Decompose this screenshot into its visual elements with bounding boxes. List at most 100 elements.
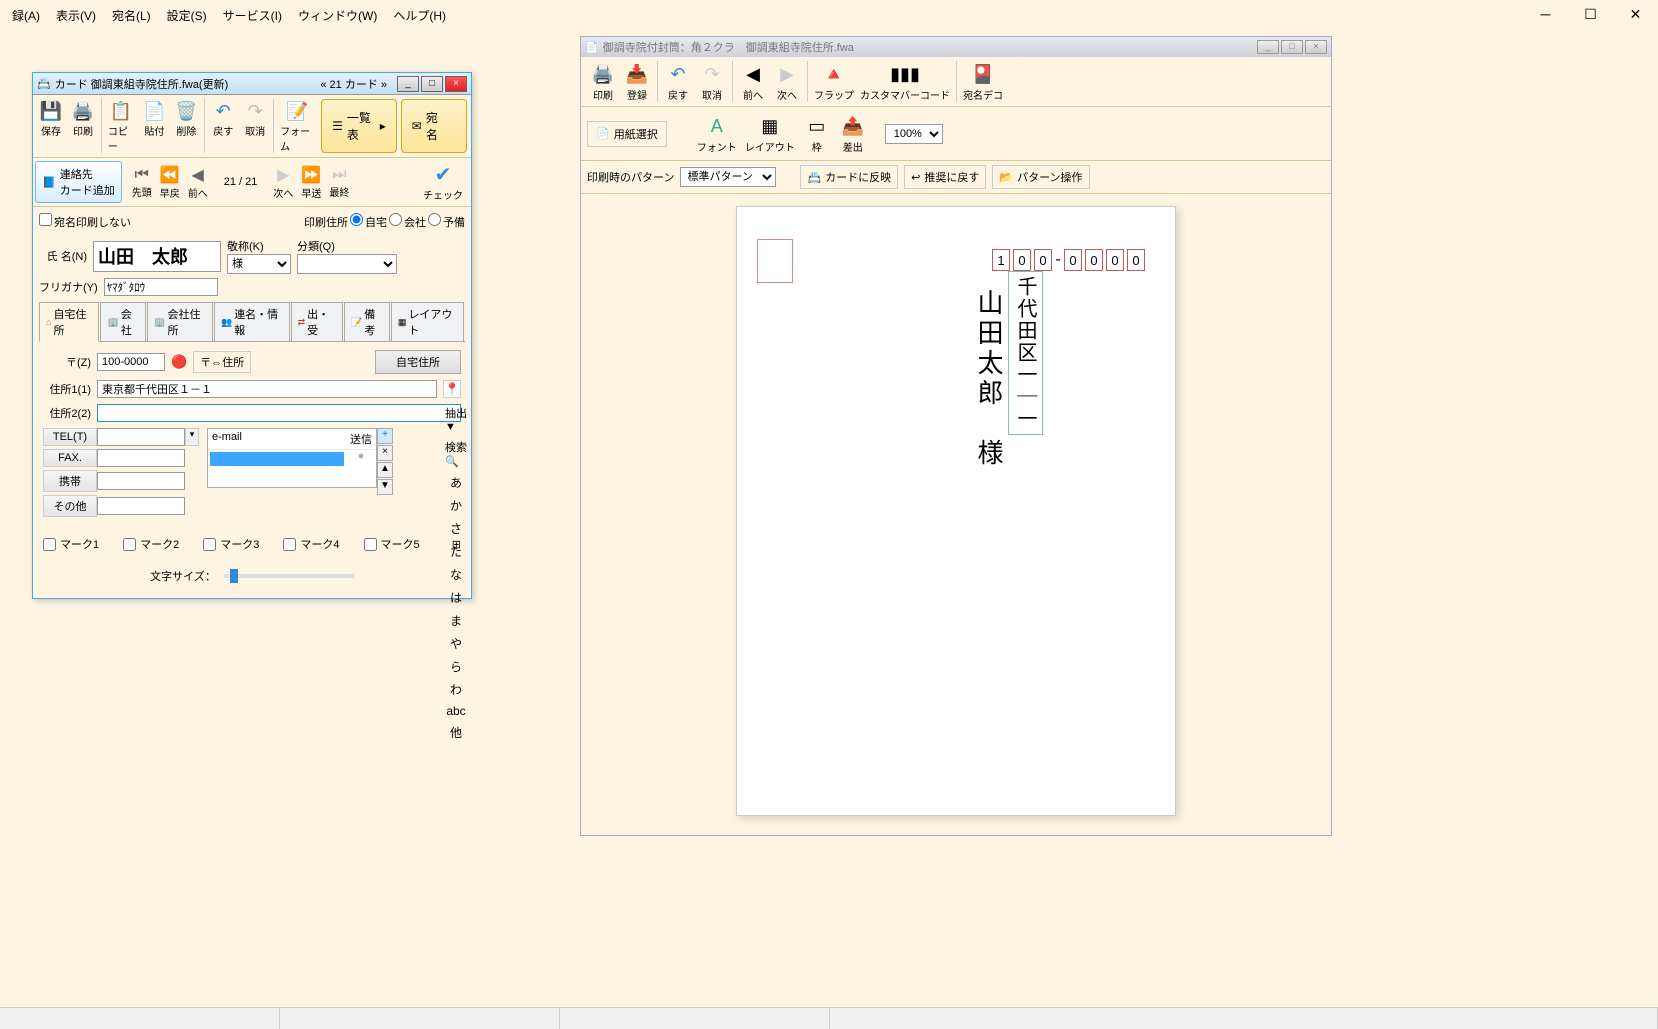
zip-lookup-icon[interactable]: 🔴 [171,354,187,370]
extract-button[interactable]: 抽出▼ [445,405,467,433]
name-input[interactable] [93,241,221,272]
index-other[interactable]: 他 [450,724,462,741]
card-minimize-button[interactable]: _ [397,76,419,92]
tab-sent[interactable]: ⇄出・受 [291,302,343,341]
no-print-checkbox[interactable]: 宛名印刷しない [39,213,131,230]
search-button[interactable]: 検索🔍 [445,439,467,468]
pv-flap-button[interactable]: 🔺フラップ [812,59,856,104]
menu-settings[interactable]: 設定(S) [159,3,215,28]
zip-convert-button[interactable]: 〒⇔住所 [193,351,251,373]
index-ma[interactable]: ま [450,612,462,629]
index-na[interactable]: な [450,566,462,583]
tab-memo[interactable]: 📝備考 [344,302,390,341]
pv-next-button[interactable]: ▶次へ [771,59,803,104]
pv-register-button[interactable]: 📥登録 [621,59,653,104]
menu-roku[interactable]: 録(A) [4,3,48,28]
card-title-bar[interactable]: 📇 カード 御調東組寺院住所.fwa(更新) « 21 カード » _ □ × [33,73,471,95]
redo-button[interactable]: ↷取消 [239,97,271,155]
tel-label[interactable]: TEL(T) [43,428,97,446]
pv-print-button[interactable]: 🖨️印刷 [587,59,619,104]
category-select[interactable] [297,254,397,274]
tab-office[interactable]: 🏢会社 [100,302,146,341]
font-size-slider[interactable] [224,574,354,578]
fax-input[interactable] [97,449,185,467]
email-list[interactable]: e-mail送信 ● [207,428,377,488]
index-abc[interactable]: abc [446,704,465,718]
addr2-input[interactable] [97,404,461,422]
kana-input[interactable] [104,278,218,296]
pv-deco-button[interactable]: 🎴宛名デコ [961,59,1005,104]
tel-dropdown-icon[interactable]: ▾ [185,428,199,446]
save-button[interactable]: 💾保存 [35,97,67,155]
pv-prev-button[interactable]: ◀前へ [737,59,769,104]
next-button[interactable]: ▶次へ [269,163,297,202]
mark3-checkbox[interactable]: マーク3 [203,536,259,552]
zip-input[interactable] [97,353,165,371]
preview-maximize-button[interactable]: □ [1281,40,1303,54]
reflect-button[interactable]: 📇カードに反映 [800,165,898,189]
email-up-button[interactable]: ▲ [377,462,393,478]
index-wa[interactable]: わ [450,681,462,698]
undo-button[interactable]: ↶戻す [207,97,239,155]
other-label[interactable]: その他 [43,495,97,517]
pv-undo-button[interactable]: ↶戻す [662,59,694,104]
maximize-button[interactable]: ☐ [1568,0,1613,28]
fax-label[interactable]: FAX. [43,449,97,467]
tab-layout[interactable]: ▦レイアウト [391,302,464,341]
pv-redo-button[interactable]: ↷取消 [696,59,728,104]
print-button[interactable]: 🖨️印刷 [67,97,99,155]
pattern-select[interactable]: 標準パターン [680,167,776,187]
mark5-checkbox[interactable]: マーク5 [364,536,420,552]
frame-button[interactable]: ▭枠 [801,111,833,156]
envelope-name-text[interactable]: 山田太郎 様 [970,289,1007,469]
font-button[interactable]: Aフォント [695,111,739,156]
envelope-address-text[interactable]: 千代田区一｜一 [1008,271,1043,435]
honorific-select[interactable]: 様 [227,254,291,274]
prev-button[interactable]: ◀前へ [184,163,212,202]
envelope-preview[interactable]: 1 0 0 - 0 0 0 0 千代田区一｜一 山田太郎 様 [736,206,1176,816]
addr1-input[interactable] [97,380,437,398]
tab-joint[interactable]: 👥連名・情報 [214,302,290,341]
preview-canvas[interactable]: 1 0 0 - 0 0 0 0 千代田区一｜一 山田太郎 様 [581,194,1331,834]
index-ha[interactable]: は [450,589,462,606]
postal-code-boxes[interactable]: 1 0 0 - 0 0 0 0 [992,249,1145,271]
sender-button[interactable]: 📤差出 [837,111,869,156]
card-close-button[interactable]: × [445,76,467,92]
print-spare-radio[interactable]: 予備 [428,213,465,230]
first-button[interactable]: ⏮先頭 [128,164,156,201]
layout-button[interactable]: ▦レイアウト [743,111,797,156]
email-down-button[interactable]: ▼ [377,479,393,495]
pv-barcode-button[interactable]: ▮▮▮カスタマバーコード [858,59,952,104]
preview-close-button[interactable]: × [1305,40,1327,54]
email-remove-button[interactable]: × [377,445,393,461]
tab-home-address[interactable]: ⌂自宅住所 [39,302,99,342]
index-sa[interactable]: さ [450,520,462,537]
tel-input[interactable] [97,428,185,446]
paper-select-button[interactable]: 📄用紙選択 [587,121,667,147]
menu-atena[interactable]: 宛名(L) [104,3,159,28]
stamp-placeholder[interactable] [757,239,793,283]
preview-title-bar[interactable]: 📄 御調寺院付封筒：角２クラ 御調東組寺院住所.fwa _ □ × [581,37,1331,57]
delete-button[interactable]: 🗑️削除 [170,97,202,155]
map-pin-button[interactable]: 📍 [443,380,461,398]
card-maximize-button[interactable]: □ [421,76,443,92]
check-button[interactable]: ✔チェック [417,160,469,204]
mark2-checkbox[interactable]: マーク2 [123,536,179,552]
paste-button[interactable]: 📄貼付 [138,97,170,155]
copy-button[interactable]: 📋コピー [104,97,138,155]
email-add-button[interactable]: + [377,428,393,444]
other-input[interactable] [97,497,185,515]
menu-service[interactable]: サービス(I) [215,3,290,28]
index-a[interactable]: あ [450,474,462,491]
mark4-checkbox[interactable]: マーク4 [283,536,339,552]
tab-office-address[interactable]: 🏢会社住所 [147,302,213,341]
fast-fwd-button[interactable]: ⏩早送 [297,163,325,202]
print-office-radio[interactable]: 会社 [389,213,426,230]
preview-minimize-button[interactable]: _ [1257,40,1279,54]
mobile-input[interactable] [97,472,185,490]
index-ka[interactable]: か [450,497,462,514]
menu-window[interactable]: ウィンドウ(W) [290,3,385,28]
fast-back-button[interactable]: ⏪早戻 [156,163,184,202]
index-ya[interactable]: や [450,635,462,652]
atena-button[interactable]: ✉宛 名 [401,99,467,153]
